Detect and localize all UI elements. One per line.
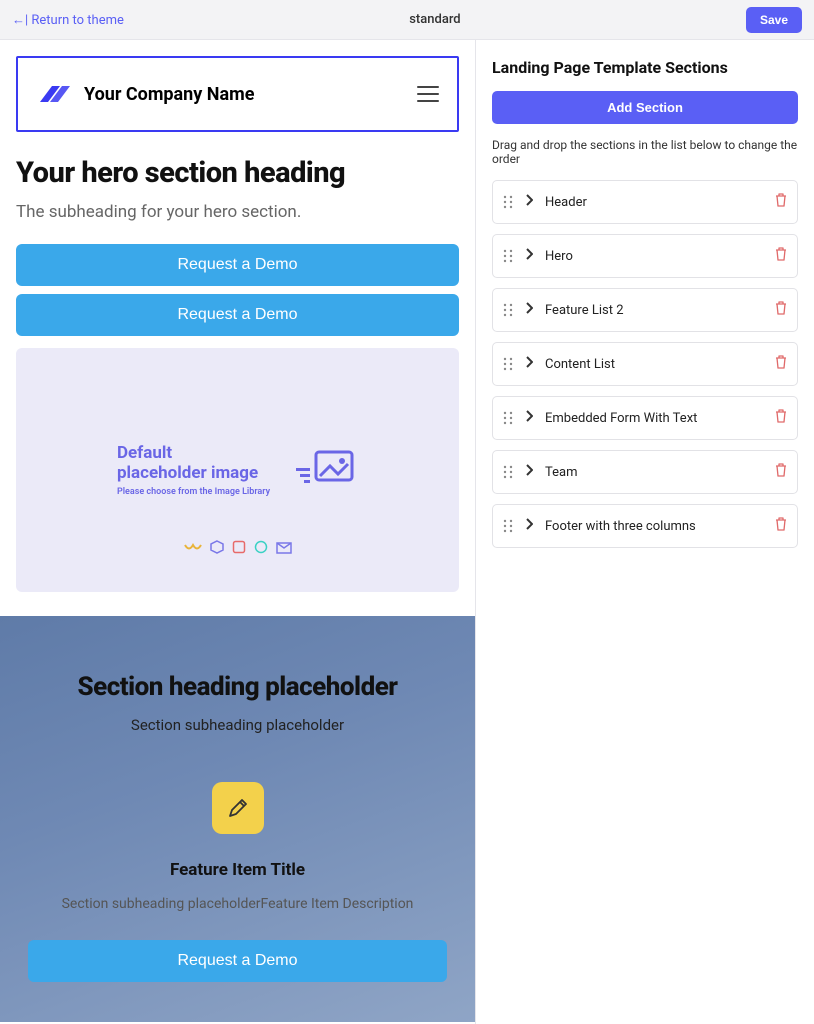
chevron-right-icon[interactable] — [525, 410, 533, 426]
sections-panel: Landing Page Template Sections Add Secti… — [476, 40, 814, 1024]
hamburger-menu-icon[interactable] — [417, 86, 439, 102]
hexagon-shape-icon — [210, 539, 224, 558]
placeholder-shape-row — [184, 539, 292, 558]
trash-icon[interactable] — [775, 247, 787, 265]
theme-name-label: standard — [409, 12, 460, 27]
trash-icon[interactable] — [775, 301, 787, 319]
chevron-right-icon[interactable] — [525, 194, 533, 210]
section-item-label: Team — [545, 465, 763, 480]
return-to-theme-link[interactable]: ←| Return to theme — [12, 12, 124, 28]
drag-handle-icon[interactable] — [503, 195, 513, 209]
wave-shape-icon — [184, 539, 202, 558]
envelope-shape-icon — [276, 539, 292, 558]
trash-icon[interactable] — [775, 193, 787, 211]
hero-heading: Your hero section heading — [16, 156, 459, 190]
section-item[interactable]: Footer with three columns — [492, 504, 798, 548]
chevron-right-icon[interactable] — [525, 356, 533, 372]
section-item[interactable]: Header — [492, 180, 798, 224]
placeholder-caption: Please choose from the Image Library — [117, 487, 270, 497]
preview-inner: Your Company Name Your hero section head… — [0, 40, 475, 1024]
chevron-right-icon[interactable] — [525, 464, 533, 480]
hero-cta-button-2[interactable]: Request a Demo — [16, 294, 459, 336]
main-layout: Your Company Name Your hero section head… — [0, 40, 814, 1024]
preview-column[interactable]: Your Company Name Your hero section head… — [0, 40, 476, 1024]
feature-item-description: Section subheading placeholderFeature It… — [28, 896, 447, 912]
section-item[interactable]: Hero — [492, 234, 798, 278]
hero-cta-button-1[interactable]: Request a Demo — [16, 244, 459, 286]
top-bar: ←| Return to theme standard Save — [0, 0, 814, 40]
circle-shape-icon — [254, 539, 268, 558]
chevron-right-icon[interactable] — [525, 248, 533, 264]
pencil-icon — [212, 782, 264, 834]
feature-item-title: Feature Item Title — [28, 860, 447, 880]
preview-header-section[interactable]: Your Company Name — [16, 56, 459, 132]
section-item-label: Footer with three columns — [545, 519, 763, 534]
trash-icon[interactable] — [775, 517, 787, 535]
chevron-right-icon[interactable] — [525, 518, 533, 534]
image-icon — [294, 446, 358, 494]
add-section-button[interactable]: Add Section — [492, 91, 798, 124]
section-item[interactable]: Content List — [492, 342, 798, 386]
preview-header-left: Your Company Name — [36, 80, 254, 108]
feature-cta-button[interactable]: Request a Demo — [28, 940, 447, 982]
placeholder-title-line1: Default — [117, 443, 270, 463]
drag-hint-text: Drag and drop the sections in the list b… — [492, 138, 798, 166]
hero-placeholder-image[interactable]: Default placeholder image Please choose … — [16, 348, 459, 592]
trash-icon[interactable] — [775, 355, 787, 373]
logo-icon — [36, 80, 72, 108]
company-name-text: Your Company Name — [84, 84, 254, 105]
feature-subheading: Section subheading placeholder — [28, 716, 447, 734]
hero-subheading: The subheading for your hero section. — [16, 202, 459, 222]
section-item-label: Embedded Form With Text — [545, 411, 763, 426]
section-item[interactable]: Team — [492, 450, 798, 494]
drag-handle-icon[interactable] — [503, 411, 513, 425]
drag-handle-icon[interactable] — [503, 249, 513, 263]
sections-panel-title: Landing Page Template Sections — [492, 58, 798, 77]
trash-icon[interactable] — [775, 463, 787, 481]
trash-icon[interactable] — [775, 409, 787, 427]
section-item-label: Hero — [545, 249, 763, 264]
save-button[interactable]: Save — [746, 7, 802, 33]
drag-handle-icon[interactable] — [503, 519, 513, 533]
section-list: Header Hero Feature List 2 Content List Embe… — [492, 180, 798, 548]
section-item-label: Content List — [545, 357, 763, 372]
section-item-label: Header — [545, 195, 763, 210]
preview-hero-section[interactable]: Your hero section heading The subheading… — [16, 156, 459, 592]
preview-feature-section[interactable]: Section heading placeholder Section subh… — [0, 616, 475, 1022]
section-item-label: Feature List 2 — [545, 303, 763, 318]
drag-handle-icon[interactable] — [503, 303, 513, 317]
chevron-right-icon[interactable] — [525, 302, 533, 318]
square-shape-icon — [232, 539, 246, 558]
drag-handle-icon[interactable] — [503, 357, 513, 371]
placeholder-title-line2: placeholder image — [117, 463, 270, 483]
drag-handle-icon[interactable] — [503, 465, 513, 479]
section-item[interactable]: Embedded Form With Text — [492, 396, 798, 440]
feature-heading: Section heading placeholder — [28, 672, 447, 702]
section-item[interactable]: Feature List 2 — [492, 288, 798, 332]
